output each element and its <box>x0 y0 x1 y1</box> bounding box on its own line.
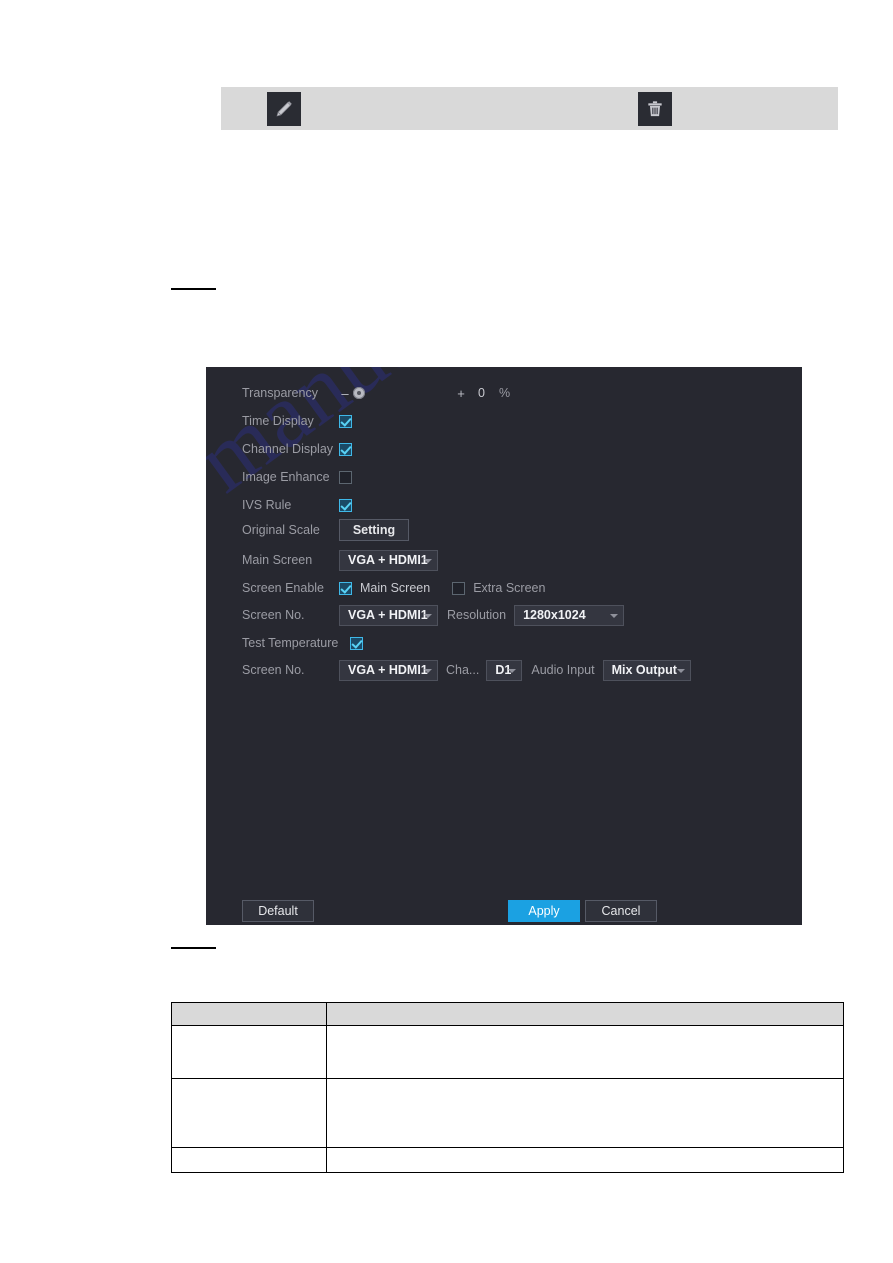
row-screen-no-resolution: Screen No. VGA + HDMI1 Resolution 1280x1… <box>242 604 782 626</box>
chevron-down-icon <box>508 668 517 673</box>
table-header-cell-1 <box>170 1002 328 1026</box>
audio-input-dropdown[interactable]: Mix Output <box>602 659 691 681</box>
parameter-table <box>170 1002 844 1173</box>
ivs-rule-checkbox[interactable] <box>339 498 352 512</box>
channel-display-label: Channel Display <box>242 442 334 456</box>
table-cell <box>170 1147 328 1173</box>
transparency-slider-knob[interactable] <box>353 387 365 399</box>
transparency-value: 0 <box>478 386 485 400</box>
screen-no-2-dropdown[interactable]: VGA + HDMI1 <box>339 659 438 681</box>
main-screen-dropdown[interactable]: VGA + HDMI1 <box>339 549 438 571</box>
test-temperature-checkbox[interactable] <box>350 636 363 650</box>
test-temperature-label: Test Temperature <box>242 636 339 650</box>
chevron-down-icon <box>424 668 432 673</box>
table-header-row <box>170 1002 844 1026</box>
display-settings-dialog: manualshive.com Transparency – + 0 % Tim… <box>206 367 802 925</box>
row-test-temperature: Test Temperature <box>242 632 542 654</box>
screen-enable-label: Screen Enable <box>242 581 325 595</box>
original-scale-label: Original Scale <box>242 523 320 537</box>
cancel-button[interactable]: Cancel <box>585 900 657 922</box>
time-display-checkbox[interactable] <box>339 414 352 428</box>
ivs-rule-label: IVS Rule <box>242 498 292 512</box>
table-cell <box>326 1078 844 1148</box>
row-channel-display: Channel Display <box>242 438 542 460</box>
row-screen-no-audio: Screen No. VGA + HDMI1 Cha... D1 Audio I… <box>242 659 802 681</box>
table-cell-text <box>327 1110 843 1116</box>
delete-button[interactable] <box>638 92 672 126</box>
table-row <box>170 1147 844 1173</box>
screen-no-1-value: VGA + HDMI1 <box>348 607 428 622</box>
row-ivs-rule: IVS Rule <box>242 494 542 516</box>
transparency-slider[interactable]: – <box>339 386 365 401</box>
transparency-unit: % <box>498 386 511 400</box>
table-header-text-2 <box>327 1011 843 1017</box>
image-enhance-label: Image Enhance <box>242 470 330 484</box>
resolution-dropdown[interactable]: 1280x1024 <box>514 604 625 626</box>
pencil-icon <box>273 98 295 120</box>
edit-button[interactable] <box>267 92 301 126</box>
table-cell-text <box>327 1157 843 1163</box>
table-cell <box>170 1025 328 1079</box>
screen-enable-extra-label: Extra Screen <box>473 581 546 595</box>
screen-no-1-dropdown[interactable]: VGA + HDMI1 <box>339 604 438 626</box>
table-cell-text <box>172 1157 326 1163</box>
screen-no-2-value: VGA + HDMI1 <box>348 662 428 677</box>
screen-enable-main-label: Main Screen <box>360 581 431 595</box>
time-display-label: Time Display <box>242 414 314 428</box>
table-row <box>170 1025 844 1079</box>
table-cell <box>326 1025 844 1079</box>
dialog-footer: Default Apply Cancel <box>242 900 782 922</box>
channel-label: Cha... <box>446 663 480 677</box>
chevron-down-icon <box>610 613 619 618</box>
resolution-label: Resolution <box>447 608 507 622</box>
channel-display-checkbox[interactable] <box>339 442 352 456</box>
audio-input-label: Audio Input <box>531 663 595 677</box>
table-cell-text <box>172 1049 326 1055</box>
screen-no-1-label: Screen No. <box>242 608 305 622</box>
row-transparency: Transparency – + 0 % <box>242 382 762 404</box>
apply-button[interactable]: Apply <box>508 900 580 922</box>
transparency-label: Transparency <box>242 386 318 400</box>
row-screen-enable: Screen Enable Main Screen Extra Screen <box>242 577 722 599</box>
table-header-cell-2 <box>326 1002 844 1026</box>
transparency-decrease[interactable]: – <box>339 386 351 401</box>
screen-enable-extra-checkbox[interactable] <box>452 581 466 595</box>
section-rule-bottom <box>171 947 216 949</box>
channel-dropdown[interactable]: D1 <box>486 659 523 681</box>
screen-enable-main-checkbox[interactable] <box>339 581 352 595</box>
chevron-down-icon <box>424 558 432 563</box>
table-cell-text <box>172 1110 326 1116</box>
default-button[interactable]: Default <box>242 900 314 922</box>
main-screen-value: VGA + HDMI1 <box>348 552 428 567</box>
chevron-down-icon <box>424 613 432 618</box>
row-main-screen: Main Screen VGA + HDMI1 <box>242 549 642 571</box>
top-toolbar-strip <box>221 87 838 130</box>
table-row <box>170 1078 844 1148</box>
row-original-scale: Original Scale Setting <box>242 519 602 541</box>
row-image-enhance: Image Enhance <box>242 466 542 488</box>
resolution-value: 1280x1024 <box>523 607 586 622</box>
table-cell <box>170 1078 328 1148</box>
row-time-display: Time Display <box>242 410 542 432</box>
screen-no-2-label: Screen No. <box>242 663 305 677</box>
table-cell-text <box>327 1049 843 1055</box>
transparency-increase[interactable]: + <box>455 386 467 401</box>
table-header-text-1 <box>172 1011 326 1017</box>
chevron-down-icon <box>676 668 685 673</box>
image-enhance-checkbox[interactable] <box>339 470 352 484</box>
main-screen-label: Main Screen <box>242 553 313 567</box>
section-rule-top <box>171 288 216 290</box>
trash-icon <box>645 99 665 119</box>
audio-input-value: Mix Output <box>611 662 677 677</box>
original-scale-setting-button[interactable]: Setting <box>339 519 409 541</box>
table-cell <box>326 1147 844 1173</box>
